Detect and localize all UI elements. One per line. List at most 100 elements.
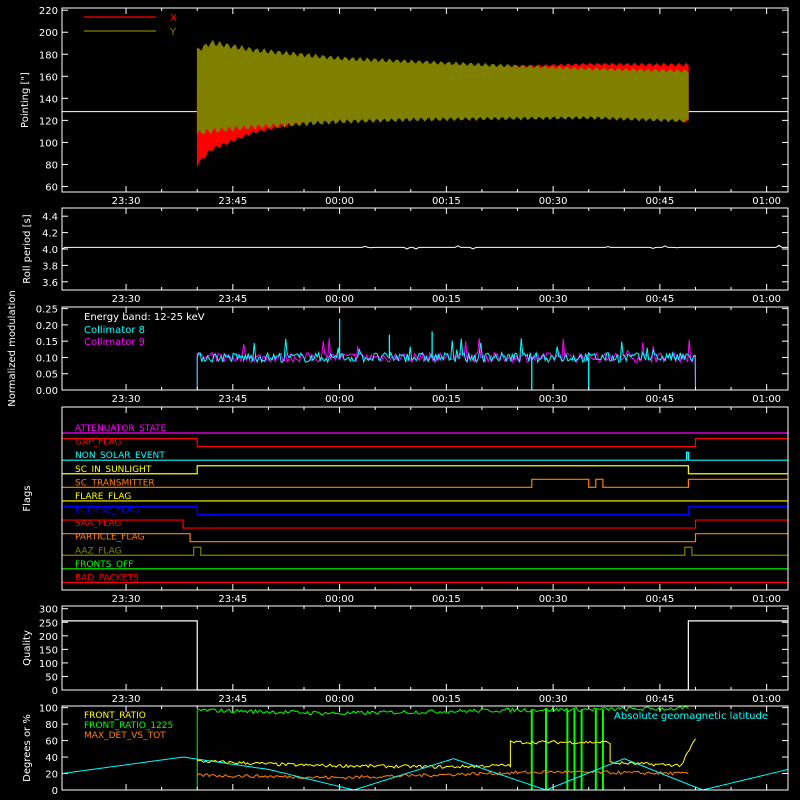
- y-tick-label: 0.05: [36, 370, 58, 381]
- flag-label: GAP_FLAG: [75, 438, 121, 448]
- x-tick-label: 00:15: [432, 394, 461, 405]
- x-tick-label: 00:00: [325, 694, 354, 705]
- legend-label: Y: [169, 27, 177, 38]
- y-tick-label: 0: [52, 686, 58, 697]
- x-tick-label: 23:30: [112, 394, 141, 405]
- y-tick-label: 50: [45, 672, 58, 683]
- y-tick-label: 4.4: [42, 212, 58, 223]
- x-tick-label: 01:00: [752, 294, 781, 305]
- y-tick-label: 0.00: [36, 386, 58, 397]
- y-tick-label: 250: [39, 618, 58, 629]
- legend-label: X: [170, 13, 177, 24]
- y-tick-label: 0.15: [36, 337, 58, 348]
- flag-line: [62, 519, 788, 529]
- legend-label: FRONT_RATIO_1225: [84, 721, 173, 731]
- x-tick-label: 00:30: [539, 196, 568, 207]
- y-tick-label: 80: [45, 720, 58, 731]
- ratio-series: [196, 738, 696, 770]
- y-tick-label: 60: [45, 182, 58, 193]
- flag-line: [62, 451, 788, 461]
- y-axis-label: Flags: [22, 485, 33, 511]
- x-tick-label: 00:00: [325, 196, 354, 207]
- x-tick-label: 00:15: [432, 694, 461, 705]
- y-tick-label: 120: [39, 116, 58, 127]
- x-tick-label: 01:00: [752, 694, 781, 705]
- y-tick-label: 0.20: [36, 321, 58, 332]
- ratio-panel: 0 20 40 60 80 100 FRONT_RATIOFRONT_RATIO_1225M…: [22, 704, 789, 797]
- y-tick-label: 60: [45, 737, 58, 748]
- flag-line: [62, 533, 788, 543]
- plot-frame: [61, 605, 789, 691]
- y-axis-label: Roll period [s]: [22, 214, 33, 283]
- x-tick-label: 23:30: [112, 594, 141, 605]
- y-tick-label: 4.0: [42, 245, 58, 256]
- y-tick-label: 100: [39, 704, 58, 715]
- x-tick-label: 00:30: [539, 594, 568, 605]
- y-tick-label: 140: [39, 94, 58, 105]
- x-tick-label: 00:15: [432, 196, 461, 207]
- x-tick-label: 23:30: [112, 694, 141, 705]
- y-tick-label: 4.2: [42, 229, 58, 240]
- geomagnetic-latitude-label: Absolute geomagnetic latitude: [614, 711, 768, 722]
- plot-frame: [61, 406, 789, 591]
- pointing-series-y: [196, 39, 689, 135]
- y-axis-label: Pointing ["]: [20, 72, 31, 128]
- flag-line: [62, 437, 788, 448]
- y-tick-label: 180: [39, 50, 58, 61]
- x-tick-label: 00:15: [432, 294, 461, 305]
- y-tick-label: 0: [52, 786, 58, 797]
- y-tick-label: 3.6: [42, 278, 58, 289]
- flag-label: ATTENUATOR_STATE: [75, 424, 167, 434]
- x-tick-label: 23:30: [112, 196, 141, 207]
- flag-label: ECLIPSE_FLAG: [75, 506, 139, 516]
- y-tick-label: 100: [39, 659, 58, 670]
- flag-label: PARTICLE_FLAG: [75, 533, 145, 543]
- flag-label: FLARE_FLAG: [75, 492, 131, 502]
- legend-label: Collimator 9: [84, 337, 145, 348]
- x-tick-label: 00:45: [645, 294, 674, 305]
- x-tick-label: 00:45: [645, 394, 674, 405]
- x-tick-label: 23:45: [218, 294, 247, 305]
- x-tick-label: 00:15: [432, 594, 461, 605]
- flags-panel: ATTENUATOR_STATE GAP_FLAG NON_SOLAR_EVENT S…: [22, 406, 789, 605]
- legend-label: Collimator 8: [84, 325, 145, 336]
- ratio-series: [196, 770, 689, 780]
- y-tick-label: 20: [45, 770, 58, 781]
- plot-frame: [61, 207, 789, 291]
- modulation-series: [62, 338, 788, 391]
- flag-line: [62, 478, 788, 488]
- x-tick-label: 00:30: [539, 694, 568, 705]
- flag-label: NON_SOLAR_EVENT: [75, 451, 165, 461]
- flag-label: FRONTS_OFF: [75, 560, 133, 570]
- roll-period-line: [61, 244, 788, 250]
- y-tick-label: 200: [39, 632, 58, 643]
- x-tick-label: 23:45: [218, 394, 247, 405]
- y-tick-label: 40: [45, 753, 58, 764]
- x-tick-label: 00:45: [645, 594, 674, 605]
- y-tick-label: 220: [39, 6, 58, 17]
- legend-label: FRONT_RATIO: [84, 711, 146, 721]
- x-tick-label: 00:45: [645, 196, 674, 207]
- quality-panel: 0 50 100 150 200 250 300 23:30 23:45 00:00 00:15 00…: [22, 605, 789, 705]
- flag-label: AAZ_FLAG: [75, 546, 122, 556]
- x-tick-label: 00:00: [325, 294, 354, 305]
- x-tick-label: 23:45: [218, 196, 247, 207]
- x-tick-label: 01:00: [752, 394, 781, 405]
- pointing-panel: 60 80 100 120 140 160 180 200 220 XY 23:30 23:45 00:…: [20, 6, 789, 207]
- quality-line: [62, 620, 788, 691]
- x-tick-label: 23:45: [218, 694, 247, 705]
- x-tick-label: 23:30: [112, 294, 141, 305]
- energy-band-label: Energy band: 12-25 keV: [84, 312, 205, 323]
- x-tick-label: 00:45: [645, 694, 674, 705]
- modulation-panel: 0.00 0.05 0.10 0.15 0.20 0.25 Energy band: 12-…: [7, 290, 789, 407]
- flag-label: SC_IN_SUNLIGHT: [75, 465, 152, 475]
- x-tick-label: 00:30: [539, 394, 568, 405]
- x-tick-label: 00:00: [325, 594, 354, 605]
- flag-label: SAA_FLAG: [75, 519, 121, 529]
- y-tick-label: 3.8: [42, 261, 58, 272]
- modulation-series: [62, 338, 788, 391]
- x-tick-label: 00:30: [539, 294, 568, 305]
- flag-line: [62, 546, 788, 556]
- y-axis-label: Normalized modulation: [7, 290, 18, 407]
- ratio-series: [61, 756, 789, 791]
